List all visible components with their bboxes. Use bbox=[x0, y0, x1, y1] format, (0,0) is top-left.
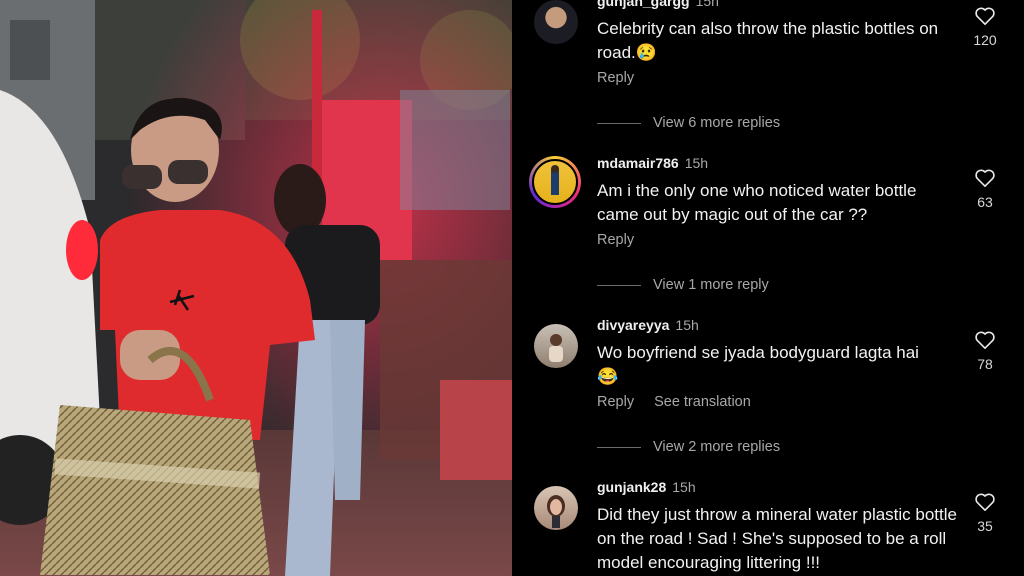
like-button[interactable]: 78 bbox=[971, 330, 999, 372]
avatar-figure-icon bbox=[549, 334, 563, 362]
replies-divider bbox=[597, 446, 641, 448]
reply-button[interactable]: Reply bbox=[597, 394, 634, 410]
comment-username[interactable]: mdamair786 bbox=[597, 155, 679, 171]
see-translation-button[interactable]: See translation bbox=[654, 394, 751, 410]
like-count: 63 bbox=[977, 194, 993, 210]
like-count: 120 bbox=[973, 32, 997, 48]
like-button[interactable]: 120 bbox=[971, 6, 999, 48]
avatar[interactable] bbox=[534, 486, 578, 530]
like-count: 35 bbox=[977, 518, 993, 534]
like-button[interactable]: 35 bbox=[971, 492, 999, 534]
comment-text: Am i the only one who noticed water bott… bbox=[597, 181, 917, 224]
comment-time: 15h bbox=[675, 317, 699, 333]
comment-username[interactable]: gunjank28 bbox=[597, 479, 666, 495]
comments-panel: gunjan_gargg 15h Celebrity can also throw… bbox=[512, 0, 1024, 576]
heart-outline-icon bbox=[975, 7, 995, 25]
post-photo bbox=[0, 0, 512, 576]
like-button[interactable]: 63 bbox=[971, 168, 999, 210]
replies-divider bbox=[597, 122, 641, 124]
avatar bbox=[532, 159, 578, 205]
comment-text: Wo boyfriend se jyada bodyguard lagta ha… bbox=[597, 343, 919, 386]
heart-outline-icon bbox=[975, 331, 995, 349]
street-scene-image bbox=[0, 0, 512, 576]
comment-time: 15h bbox=[695, 0, 719, 9]
reply-button[interactable]: Reply bbox=[597, 232, 634, 248]
avatar-figure-icon bbox=[551, 165, 559, 195]
comment-text: Did they just throw a mineral water plas… bbox=[597, 505, 957, 572]
avatar[interactable] bbox=[534, 0, 578, 44]
avatar[interactable] bbox=[534, 324, 578, 368]
reply-button[interactable]: Reply bbox=[597, 70, 634, 86]
comment-username[interactable]: divyareyya bbox=[597, 317, 669, 333]
view-more-replies-button[interactable]: View 2 more replies bbox=[653, 439, 780, 455]
view-more-replies-button[interactable]: View 6 more replies bbox=[653, 115, 780, 131]
comment-text: Celebrity can also throw the plastic bot… bbox=[597, 19, 939, 62]
comment-username[interactable]: gunjan_gargg bbox=[597, 0, 690, 9]
comment-time: 15h bbox=[684, 155, 709, 171]
like-count: 78 bbox=[977, 356, 993, 372]
heart-outline-icon bbox=[975, 169, 995, 187]
avatar-story-ring[interactable] bbox=[529, 156, 581, 208]
comment-time: 15h bbox=[672, 479, 696, 495]
heart-outline-icon bbox=[975, 493, 995, 511]
replies-divider bbox=[597, 284, 641, 286]
avatar-figure-icon bbox=[547, 495, 565, 528]
view-more-replies-button[interactable]: View 1 more reply bbox=[653, 277, 769, 293]
